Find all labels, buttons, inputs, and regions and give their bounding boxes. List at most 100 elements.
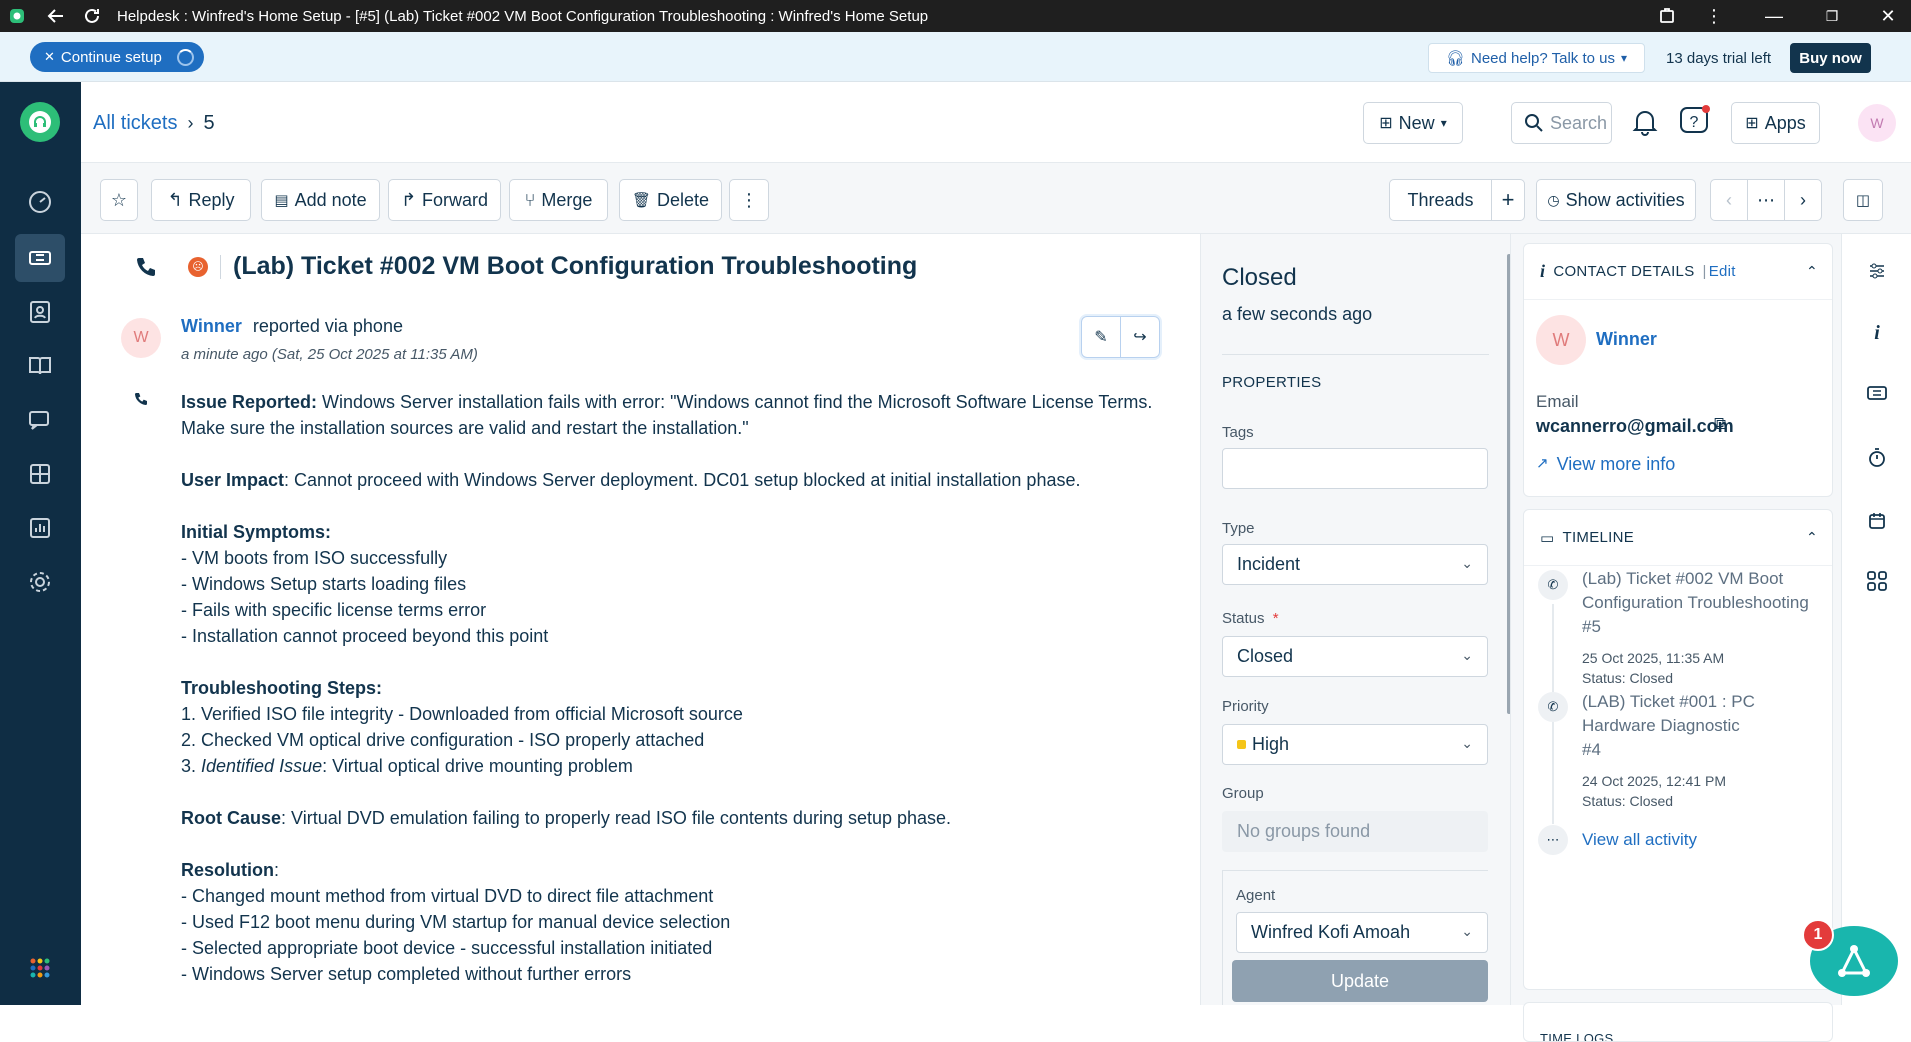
star-button[interactable]: ☆ xyxy=(100,179,138,221)
update-button[interactable]: Update xyxy=(1232,960,1488,1002)
next-ticket-button[interactable]: › xyxy=(1784,179,1822,221)
breadcrumb-all-tickets[interactable]: All tickets xyxy=(93,112,177,135)
message-line-text: : Cannot proceed with Windows Server dep… xyxy=(284,470,1081,490)
message-line-italic: Identified Issue xyxy=(201,756,323,776)
forward-message-icon[interactable]: ↪ xyxy=(1121,317,1159,357)
message-line: - Changed mount method from virtual DVD … xyxy=(181,883,1161,909)
chevron-up-icon[interactable]: ⌃ xyxy=(1806,263,1818,280)
tickets-nav-icon[interactable] xyxy=(15,234,65,282)
settings-nav-icon[interactable] xyxy=(15,558,65,606)
merge-button[interactable]: ⑂ Merge xyxy=(509,179,608,221)
divider xyxy=(1222,354,1489,355)
edit-pencil-icon[interactable]: ✎ xyxy=(1082,317,1121,357)
app-switcher-icon[interactable] xyxy=(15,944,65,992)
timeline-item-1-status: Status: Closed xyxy=(1582,670,1674,686)
time-logs-title: TIME LOGS xyxy=(1540,1031,1614,1042)
ticket-icon[interactable] xyxy=(1864,380,1890,406)
apps-button[interactable]: ⊞ Apps xyxy=(1731,102,1820,144)
ticket-toolbar: ☆ ↰ Reply ▤ Add note ↱ Forward ⑂ Merge 🗑… xyxy=(81,163,1911,234)
bell-icon[interactable] xyxy=(1632,108,1658,141)
timeline-item-title[interactable]: (Lab) Ticket #002 VM Boot Configuration … xyxy=(1582,567,1822,639)
assets-nav-icon[interactable] xyxy=(15,450,65,498)
ticket-list-button[interactable]: ⋯ xyxy=(1747,179,1785,221)
type-label: Type xyxy=(1222,520,1255,537)
info-icon: i xyxy=(1540,261,1546,281)
close-window-icon[interactable]: ✕ xyxy=(1876,4,1900,28)
timer-icon[interactable] xyxy=(1864,444,1890,470)
status-select[interactable]: Closed ⌄ xyxy=(1222,636,1488,677)
calendar-icon[interactable] xyxy=(1864,508,1890,534)
properties-heading: PROPERTIES xyxy=(1222,374,1322,391)
info-icon[interactable]: i xyxy=(1864,320,1890,346)
knowledge-base-nav-icon[interactable] xyxy=(15,342,65,390)
tags-input[interactable] xyxy=(1222,448,1488,489)
previous-ticket-button[interactable]: ‹ xyxy=(1710,179,1748,221)
message-line: - Windows Setup starts loading files xyxy=(181,571,1161,597)
clock-icon: ◷ xyxy=(1547,191,1560,208)
apps-grid-icon[interactable] xyxy=(1864,568,1890,594)
message-line: Issue Reported: Windows Server installat… xyxy=(181,389,1161,415)
buy-now-button[interactable]: Buy now xyxy=(1790,43,1871,73)
continue-setup-button[interactable]: ✕ Continue setup xyxy=(30,42,204,72)
assistant-network-icon xyxy=(1838,945,1870,977)
extensions-icon[interactable] xyxy=(1655,4,1679,28)
show-activities-button[interactable]: ◷ Show activities xyxy=(1536,179,1696,221)
add-thread-button[interactable]: + xyxy=(1491,179,1525,221)
contact-name[interactable]: Winner xyxy=(1596,329,1657,350)
back-arrow-icon[interactable] xyxy=(44,4,68,28)
copy-icon[interactable]: ⧉ xyxy=(1714,414,1726,434)
message-header: Winner reported via phone xyxy=(181,316,403,337)
forward-button[interactable]: ↱ Forward xyxy=(388,179,501,221)
message-line-text: - Fails with specific license terms erro… xyxy=(181,600,487,620)
merge-icon: ⑂ xyxy=(524,189,536,210)
timeline-item-1-title: (Lab) Ticket #002 VM Boot Configuration … xyxy=(1582,569,1809,612)
priority-select[interactable]: High ⌄ xyxy=(1222,724,1488,765)
message-line: - Used F12 boot menu during VM startup f… xyxy=(181,909,1161,935)
chevron-up-icon[interactable]: ⌃ xyxy=(1806,529,1818,546)
requester-name[interactable]: Winner xyxy=(181,316,242,336)
type-select[interactable]: Incident ⌄ xyxy=(1222,544,1488,585)
threads-button[interactable]: Threads xyxy=(1389,179,1492,221)
reports-nav-icon[interactable] xyxy=(15,504,65,552)
reply-button[interactable]: ↰ Reply xyxy=(151,179,251,221)
message-line-text: Windows Server installation fails with e… xyxy=(317,392,1153,412)
reload-icon[interactable] xyxy=(80,4,104,28)
help-button[interactable]: 🎧︎ Need help? Talk to us ▾ xyxy=(1428,43,1645,73)
timeline-title: TIMELINE xyxy=(1562,529,1635,546)
view-more-info-link[interactable]: ↗ View more info xyxy=(1536,454,1675,475)
group-placeholder: No groups found xyxy=(1237,821,1371,841)
delete-button[interactable]: 🗑︎ Delete xyxy=(619,179,722,221)
timeline-header: ▭ TIMELINE ⌃ xyxy=(1524,510,1832,566)
toggle-sidebar-button[interactable]: ◫ xyxy=(1843,179,1883,221)
headset-logo-icon xyxy=(29,111,51,133)
properties-panel: Closed a few seconds ago PROPERTIES Tags… xyxy=(1200,234,1510,1005)
page-header: All tickets › 5 ⊞ New ▾ Search ? ⊞ Apps … xyxy=(81,82,1911,163)
filter-sliders-icon[interactable] xyxy=(1864,258,1890,284)
message-line-bold: Root Cause xyxy=(181,808,282,828)
group-select[interactable]: No groups found xyxy=(1222,811,1488,852)
more-actions-button[interactable]: ⋮ xyxy=(729,179,769,221)
timeline-item-title[interactable]: (LAB) Ticket #001 : PC Hardware Diagnost… xyxy=(1582,690,1822,762)
user-avatar[interactable]: W xyxy=(1858,104,1896,142)
restore-icon[interactable]: ❐ xyxy=(1820,4,1844,28)
minimize-icon[interactable]: — xyxy=(1762,4,1786,28)
view-all-activity-link[interactable]: View all activity xyxy=(1582,830,1697,850)
help-question-icon[interactable]: ? xyxy=(1679,104,1711,141)
edit-contact-link[interactable]: Edit xyxy=(1709,263,1736,280)
browser-titlebar: Helpdesk : Winfred's Home Setup - [#5] (… xyxy=(0,0,1911,32)
contact-email: wcannerro@gmail.com xyxy=(1536,416,1734,436)
chevron-down-icon: ⌄ xyxy=(1461,647,1473,663)
more-vertical-icon[interactable]: ⋮ xyxy=(1702,4,1726,28)
conversations-nav-icon[interactable] xyxy=(15,396,65,444)
helpdesk-logo[interactable] xyxy=(20,102,60,142)
contact-details-card: i CONTACT DETAILS | Edit ⌃ W Winner Emai… xyxy=(1523,243,1833,497)
agent-select[interactable]: Winfred Kofi Amoah ⌄ xyxy=(1236,912,1488,953)
view-more-label: View more info xyxy=(1556,454,1676,474)
new-button[interactable]: ⊞ New ▾ xyxy=(1363,102,1463,144)
search-input[interactable]: Search xyxy=(1511,102,1612,144)
dashboard-nav-icon[interactable] xyxy=(15,178,65,226)
add-note-button[interactable]: ▤ Add note xyxy=(261,179,380,221)
contacts-nav-icon[interactable] xyxy=(15,288,65,336)
